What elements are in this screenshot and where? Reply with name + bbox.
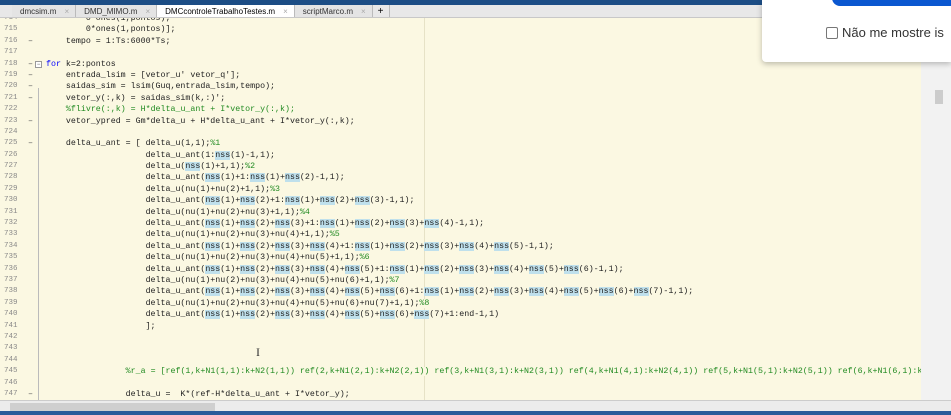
code-text[interactable]: delta_u(nu(1)+nu(2)+nu(3)+nu(4)+nu(5)+nu…: [46, 275, 400, 286]
line-number: 722: [4, 105, 18, 114]
line-number: 743: [4, 344, 18, 353]
code-text[interactable]: saidas_sim = lsim(Guq,entrada_lsim,tempo…: [46, 81, 275, 92]
code-text[interactable]: ];: [46, 321, 156, 332]
line-number: 746: [4, 378, 18, 387]
code-text[interactable]: delta_u_ant(nss(1)+nss(2)+nss(3)+nss(4)+…: [46, 241, 554, 252]
line-number: 724: [4, 127, 18, 136]
line-number: 729: [4, 184, 18, 193]
code-text[interactable]: %r_a = [ref(1,k+N1(1,1):k+N2(1,1)) ref(2…: [46, 366, 933, 377]
tab-dmcsim-m[interactable]: dmcsim.m ×: [12, 5, 77, 17]
tab-label: dmcsim.m: [20, 7, 57, 16]
line-number: 720: [4, 82, 18, 91]
tab-label: scriptMarco.m: [302, 7, 353, 16]
line-number: 728: [4, 173, 18, 182]
breakpoint-marker[interactable]: –: [28, 389, 33, 400]
horizontal-scroll-thumb[interactable]: [10, 403, 215, 411]
breakpoint-marker[interactable]: –: [28, 59, 33, 70]
right-margin-guide: [424, 18, 425, 400]
close-tab-icon[interactable]: ×: [361, 7, 366, 16]
line-number: 730: [4, 196, 18, 205]
breakpoint-marker[interactable]: –: [28, 93, 33, 104]
code-text[interactable]: vetor_ypred = Gm*delta_u + H*delta_u_ant…: [46, 116, 355, 127]
line-number: 739: [4, 298, 18, 307]
code-text[interactable]: delta_u_ant(nss(1)+nss(2)+nss(3)+nss(4)+…: [46, 264, 624, 275]
code-text[interactable]: delta_u_ant = [ delta_u(1,1);%1: [46, 138, 220, 149]
tab-dmccontroletrabalhotestes-m[interactable]: DMCcontroleTrabalhoTestes.m ×: [157, 5, 295, 17]
code-text[interactable]: delta_u_ant(nss(1)+nss(2)+1:nss(1)+nss(2…: [46, 195, 415, 206]
line-number: 735: [4, 253, 18, 262]
checkbox-icon[interactable]: [826, 26, 838, 39]
line-number: 719: [4, 70, 18, 79]
code-text[interactable]: delta_u_ant(nss(1)+1:nss(1)+nss(2)-1,1);: [46, 172, 345, 183]
line-number: 747: [4, 389, 18, 398]
line-number: 715: [4, 25, 18, 34]
line-number: 721: [4, 93, 18, 102]
tab-scriptmarco-m[interactable]: scriptMarco.m ×: [294, 5, 373, 17]
breakpoint-marker[interactable]: –: [28, 36, 33, 47]
line-number: 741: [4, 321, 18, 330]
line-number: 744: [4, 355, 18, 364]
line-number: 726: [4, 150, 18, 159]
line-number: 727: [4, 162, 18, 171]
code-text[interactable]: delta_u_ant(nss(1)+nss(2)+nss(3)+nss(4)+…: [46, 286, 694, 297]
code-text[interactable]: delta_u(nu(1)+nu(2)+nu(3)+nu(4)+nu(5)+nu…: [46, 298, 430, 309]
close-tab-icon[interactable]: ×: [145, 7, 150, 16]
line-number: 717: [4, 48, 18, 57]
line-number: 737: [4, 275, 18, 284]
tab-label: DMCcontroleTrabalhoTestes.m: [165, 7, 276, 16]
code-text[interactable]: 0*ones(1,pontos)];: [46, 24, 176, 35]
line-number: 718: [4, 59, 18, 68]
vertical-scrollbar[interactable]: [921, 18, 951, 400]
code-text[interactable]: delta_u(nu(1)+nu(2)+nu(3)+1,1);%4: [46, 207, 310, 218]
line-number: 733: [4, 230, 18, 239]
line-number: 742: [4, 332, 18, 341]
fold-guide-line: [38, 88, 39, 400]
vertical-scroll-thumb[interactable]: [935, 90, 943, 104]
breakpoint-marker[interactable]: –: [28, 116, 33, 127]
line-number: 734: [4, 241, 18, 250]
line-number: 745: [4, 367, 18, 376]
code-text[interactable]: for k=2:pontos: [46, 59, 116, 70]
code-text[interactable]: delta_u(nu(1)+nu(2)+1,1);%3: [46, 184, 280, 195]
code-text[interactable]: delta_u(nu(1)+nu(2)+nu(3)+nu(4)+nu(5)+1,…: [46, 252, 370, 263]
status-bar-edge: [0, 411, 951, 415]
breakpoint-marker[interactable]: –: [28, 70, 33, 81]
new-tab-button[interactable]: +: [373, 5, 390, 17]
code-text[interactable]: delta_u(nu(1)+nu(2)+nu(3)+nu(4)+1,1);%5: [46, 229, 340, 240]
dont-show-again-label: Não me mostre is: [842, 25, 944, 40]
tab-label: DMD_MIMO.m: [84, 7, 138, 16]
line-number: 738: [4, 287, 18, 296]
code-text[interactable]: tempo = 1:Ts:6000*Ts;: [46, 36, 171, 47]
code-text[interactable]: delta_u = K*(ref-H*delta_u_ant + I*vetor…: [46, 389, 350, 400]
code-text[interactable]: entrada_lsim = [vetor_u' vetor_q'];: [46, 70, 240, 81]
line-number: 732: [4, 219, 18, 228]
notification-popup: Não me mostre is: [762, 0, 951, 62]
close-tab-icon[interactable]: ×: [64, 7, 69, 16]
breakpoint-marker[interactable]: –: [28, 138, 33, 149]
tab-dmd_mimo-m[interactable]: DMD_MIMO.m ×: [76, 5, 158, 17]
line-number: 725: [4, 139, 18, 148]
code-text[interactable]: delta_u(nss(1)+1,1);%2: [46, 161, 256, 172]
breakpoint-marker[interactable]: –: [28, 81, 33, 92]
line-number: 716: [4, 36, 18, 45]
code-text[interactable]: vetor_y(:,k) = saidas_sim(k,:)';: [46, 93, 225, 104]
close-tab-icon[interactable]: ×: [283, 7, 288, 16]
line-number: 731: [4, 207, 18, 216]
code-text[interactable]: %flivre(:,k) = H*delta_u_ant + I*vetor_y…: [46, 104, 295, 115]
line-number: 740: [4, 310, 18, 319]
popup-primary-button[interactable]: [832, 0, 951, 6]
code-text[interactable]: delta_u_ant(1:nss(1)-1,1);: [46, 150, 275, 161]
code-text[interactable]: delta_u_ant(nss(1)+nss(2)+nss(3)+1:nss(1…: [46, 218, 485, 229]
line-number: 736: [4, 264, 18, 273]
code-text[interactable]: delta_u_ant(nss(1)+nss(2)+nss(3)+nss(4)+…: [46, 309, 500, 320]
dont-show-again-checkbox[interactable]: Não me mostre is: [826, 25, 944, 40]
line-number: 723: [4, 116, 18, 125]
code-editor[interactable]: 714 0*ones(1,pontos); 0*ones(1,pontos); …: [0, 18, 951, 400]
text-cursor-icon: I: [256, 345, 260, 359]
fold-toggle-icon[interactable]: −: [35, 60, 42, 68]
